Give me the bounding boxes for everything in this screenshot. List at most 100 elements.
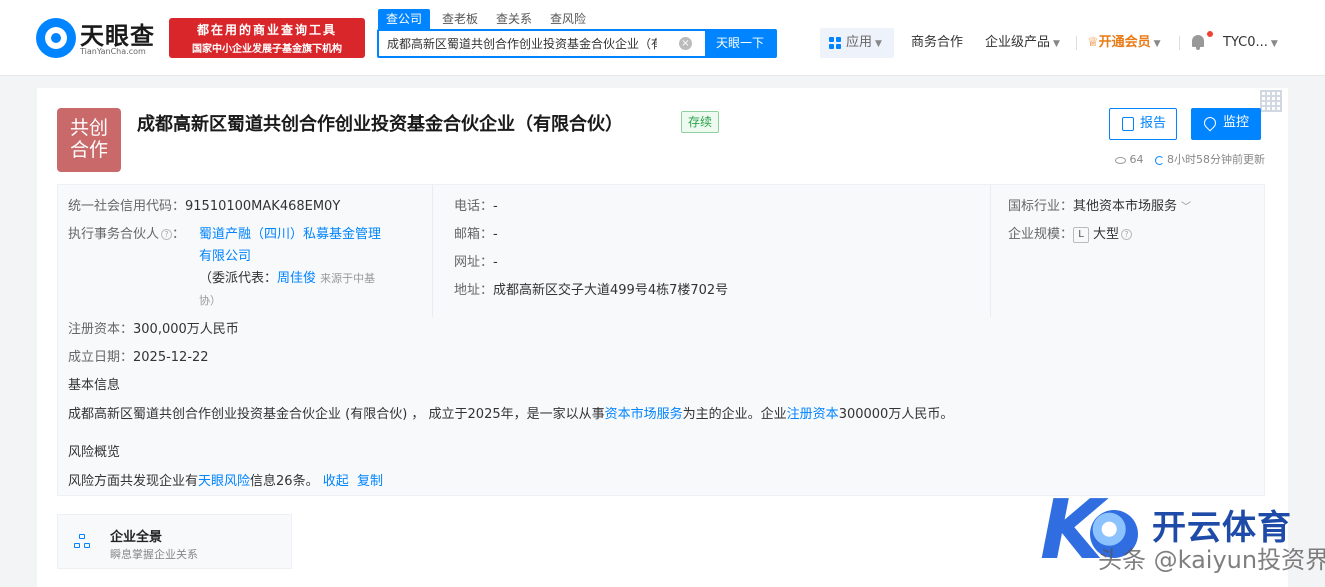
search-button[interactable]: 天眼一下 xyxy=(705,31,775,56)
column-divider xyxy=(990,185,991,317)
search-input[interactable] xyxy=(379,31,683,56)
nav-divider xyxy=(1179,36,1180,50)
update-time: 8小时58分钟前更新 xyxy=(1167,153,1265,166)
eye-icon xyxy=(1114,156,1126,164)
address-value[interactable]: 成都高新区交子大道499号4栋7楼702号 xyxy=(493,283,728,298)
delegate-name-link[interactable]: 周佳俊 xyxy=(277,271,316,286)
partner-label: 执行事务合伙人 xyxy=(68,227,160,242)
crown-icon: ♕ xyxy=(1087,35,1099,50)
delegate-suffix: 协） xyxy=(199,294,221,307)
basic-text-part-2: 为主的企业。企业 xyxy=(682,407,787,422)
company-logo-line-1: 共创 xyxy=(69,117,108,139)
tianyan-risk-link[interactable]: 天眼风险 xyxy=(198,474,250,489)
nav-enterprise[interactable]: 企业级产品 ▼ xyxy=(985,28,1060,58)
partner-link-line-1[interactable]: 蜀道产融（四川）私募基金管理 xyxy=(199,226,381,244)
industry-value: 其他资本市场服务 xyxy=(1073,199,1178,214)
panorama-card[interactable]: 企业全景 瞬息掌握企业关系 xyxy=(57,514,292,569)
eye-logo-icon xyxy=(36,18,76,58)
email-label: 邮箱： xyxy=(454,227,494,242)
refresh-icon[interactable] xyxy=(1155,155,1164,165)
basic-text-part-1: 成都高新区蜀道共创合作创业投资基金合伙企业 (有限合伙) ， 成立于2025年，… xyxy=(68,407,605,422)
notification-dot xyxy=(1207,31,1213,37)
risk-overview-title: 风险概览 xyxy=(68,445,121,460)
chevron-down-icon: ▼ xyxy=(1053,39,1060,49)
capital-label: 注册资本： xyxy=(68,322,134,337)
address-label: 地址： xyxy=(454,283,494,298)
tab-boss[interactable]: 查老板 xyxy=(442,9,478,29)
logo-title: 天眼查 xyxy=(80,22,155,50)
top-header: 天眼查 TianYanCha.com 都在用的商业查询工具 国家中小企业发展子基… xyxy=(0,0,1325,76)
delegate-source: 来源于中基 xyxy=(320,272,376,285)
slogan-line-1: 都在用的商业查询工具 xyxy=(196,23,337,37)
scale-label: 企业规模： xyxy=(1008,227,1074,242)
website-label: 网址： xyxy=(454,255,494,270)
location-pin-icon xyxy=(1201,114,1219,132)
partner-link-line-2[interactable]: 有限公司 xyxy=(199,248,251,266)
nav-divider xyxy=(1076,36,1077,50)
basic-info-text: 成都高新区蜀道共创合作创业投资基金合伙企业 (有限合伙) ， 成立于2025年，… xyxy=(68,406,953,424)
meta-row: 64 8小时58分钟前更新 xyxy=(1114,151,1265,167)
capital-link[interactable]: 注册资本 xyxy=(787,407,839,422)
watermark: K 开云体育 头条 @kaiyun投资界 xyxy=(1040,486,1325,586)
nav-vip[interactable]: ♕开通会员 ▼ xyxy=(1087,28,1161,58)
industry-label: 国标行业： xyxy=(1008,199,1074,214)
chevron-down-icon: ﹀ xyxy=(1181,202,1192,213)
email-value: - xyxy=(493,227,498,242)
column-divider xyxy=(432,185,433,317)
status-badge: 存续 xyxy=(681,111,720,133)
tab-relation[interactable]: 查关系 xyxy=(496,9,532,29)
qr-code-icon[interactable] xyxy=(1260,90,1282,112)
help-icon[interactable]: ? xyxy=(1121,229,1133,240)
credit-code-label: 统一社会信用代码： xyxy=(68,199,186,214)
company-name: 成都高新区蜀道共创合作创业投资基金合伙企业（有限合伙） xyxy=(137,114,623,135)
chevron-down-icon: ▼ xyxy=(875,39,882,49)
monitor-label: 监控 xyxy=(1223,115,1250,130)
basic-text-part-3: 300000万人民币。 xyxy=(838,407,954,422)
document-icon xyxy=(1122,117,1134,131)
credit-code-value[interactable]: 91510100MAK468EM0Y xyxy=(185,199,340,214)
watermark-line-2: 头条 @kaiyun投资界 xyxy=(1098,546,1325,574)
info-panel: 统一社会信用代码：91510100MAK468EM0Y 执行事务合伙人?： 蜀道… xyxy=(57,184,1265,496)
founded-value: 2025-12-22 xyxy=(133,350,209,365)
industry-field[interactable]: 国标行业：其他资本市场服务 ﹀ xyxy=(1008,198,1191,217)
website-value: - xyxy=(493,255,498,270)
capital-value: 300,000万人民币 xyxy=(133,322,239,337)
tab-company[interactable]: 查公司 xyxy=(378,9,431,29)
nav-vip-label: 开通会员 xyxy=(1098,35,1151,50)
monitor-button[interactable]: 监控 xyxy=(1191,108,1262,140)
phone-value: - xyxy=(493,199,498,214)
panorama-title: 企业全景 xyxy=(110,530,163,545)
nav-business[interactable]: 商务合作 xyxy=(911,28,963,58)
tab-risk[interactable]: 查风险 xyxy=(550,9,586,29)
copy-link[interactable]: 复制 xyxy=(357,474,383,489)
scale-value: 大型 xyxy=(1093,227,1120,242)
scale-badge: L xyxy=(1073,226,1090,243)
basic-info-title: 基本信息 xyxy=(68,378,121,393)
phone-label: 电话： xyxy=(454,199,494,214)
view-count: 64 xyxy=(1129,153,1144,166)
company-logo: 共创 合作 xyxy=(57,108,121,172)
nav-app-label: 应用 xyxy=(846,35,873,50)
nav-user[interactable]: TYC0... ▼ xyxy=(1223,28,1278,58)
logo-subtitle: TianYanCha.com xyxy=(80,47,146,56)
delegate-prefix: （委派代表： xyxy=(199,271,278,286)
help-icon[interactable]: ? xyxy=(161,229,173,240)
nav-enterprise-label: 企业级产品 xyxy=(985,35,1051,50)
risk-text-part-2: 信息26条。 xyxy=(250,474,319,489)
org-chart-icon xyxy=(74,534,92,550)
founded-label: 成立日期： xyxy=(68,350,134,365)
search-box: × 天眼一下 xyxy=(377,29,777,58)
nav-app-menu[interactable]: 应用 ▼ xyxy=(820,28,894,58)
report-button[interactable]: 报告 xyxy=(1109,108,1178,140)
user-name: TYC0... xyxy=(1223,35,1268,50)
panorama-subtitle: 瞬息掌握企业关系 xyxy=(110,548,198,561)
clear-icon[interactable]: × xyxy=(679,37,692,50)
slogan-line-2: 国家中小企业发展子基金旗下机构 xyxy=(192,44,342,55)
industry-link[interactable]: 资本市场服务 xyxy=(605,407,683,422)
risk-text-part-1: 风险方面共发现企业有 xyxy=(68,474,199,489)
slogan-banner: 都在用的商业查询工具 国家中小企业发展子基金旗下机构 xyxy=(169,18,365,58)
chevron-down-icon: ▼ xyxy=(1270,39,1278,49)
bell-icon[interactable] xyxy=(1191,34,1205,50)
grid-icon xyxy=(829,37,841,49)
collapse-link[interactable]: 收起 xyxy=(323,474,349,489)
